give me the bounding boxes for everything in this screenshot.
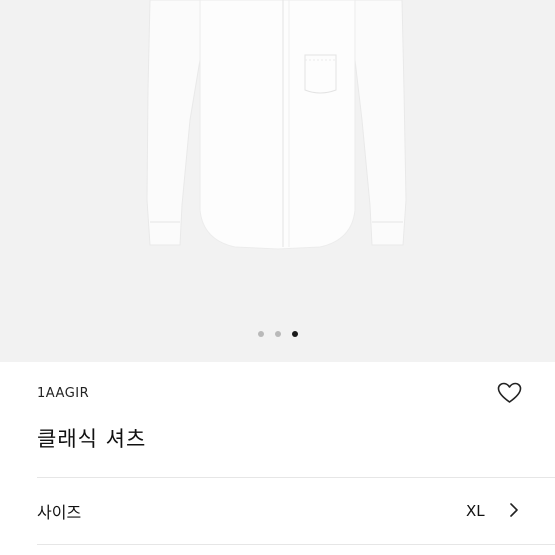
product-image-gallery[interactable]	[0, 0, 555, 362]
carousel-dot-2[interactable]	[274, 331, 281, 337]
carousel-dot-3-active[interactable]	[291, 331, 298, 337]
shirt-image	[146, 0, 407, 250]
divider	[37, 544, 555, 545]
size-value: XL	[466, 502, 485, 520]
size-selector-row[interactable]: 사이즈 XL	[37, 478, 555, 544]
size-label: 사이즈	[37, 503, 82, 522]
product-sku: 1AAGIR	[37, 386, 90, 401]
carousel-indicators	[0, 331, 555, 337]
chevron-right-icon	[510, 503, 518, 517]
carousel-dot-1[interactable]	[257, 331, 264, 337]
product-title: 클래식 셔츠	[37, 427, 147, 451]
heart-icon[interactable]	[497, 382, 522, 404]
